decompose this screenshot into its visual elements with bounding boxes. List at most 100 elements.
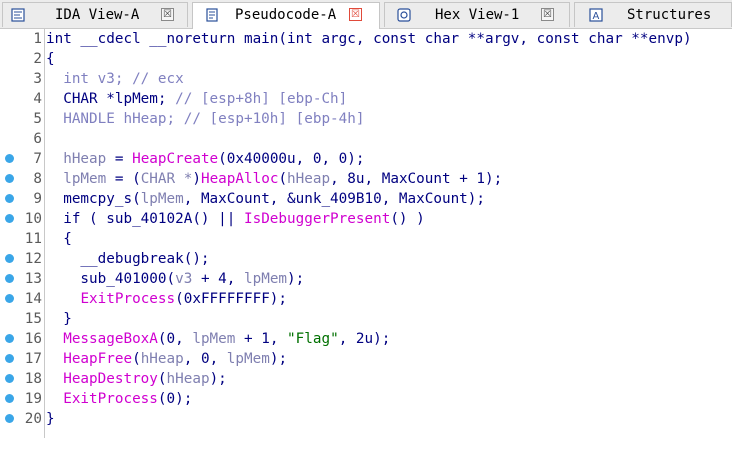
close-icon[interactable]: ☒ — [161, 8, 174, 21]
code-token: } — [46, 411, 55, 427]
close-icon[interactable]: ☒ — [541, 8, 554, 21]
line-gutter[interactable]: 15 — [0, 309, 42, 329]
line-gutter[interactable]: 1 — [0, 29, 42, 49]
line-gutter[interactable]: 11 — [0, 229, 42, 249]
breakpoint-dot-icon[interactable] — [5, 374, 14, 383]
code-text[interactable]: if ( sub_40102A() || IsDebuggerPresent()… — [46, 209, 425, 229]
line-gutter[interactable]: 8 — [0, 169, 42, 189]
line-gutter[interactable]: 4 — [0, 89, 42, 109]
tab-structures[interactable]: A Structures — [574, 2, 732, 27]
code-text[interactable]: HeapDestroy(hHeap); — [46, 369, 227, 389]
code-line[interactable]: 18 HeapDestroy(hHeap); — [0, 369, 732, 389]
code-text[interactable]: hHeap = HeapCreate(0x40000u, 0, 0); — [46, 149, 364, 169]
code-token: v3 — [175, 271, 193, 287]
code-token: int __cdecl __noreturn main(int argc, co… — [46, 31, 692, 47]
breakpoint-dot-icon[interactable] — [5, 294, 14, 303]
code-text[interactable]: int __cdecl __noreturn main(int argc, co… — [46, 29, 692, 49]
breakpoint-dot-icon[interactable] — [5, 214, 14, 223]
code-token: "Flag" — [287, 331, 339, 347]
breakpoint-dot-icon[interactable] — [5, 394, 14, 403]
code-line[interactable]: 11 { — [0, 229, 732, 249]
code-token: (0); — [157, 391, 193, 407]
code-line[interactable]: 7 hHeap = HeapCreate(0x40000u, 0, 0); — [0, 149, 732, 169]
tab-pseudocode-a[interactable]: Pseudocode-A ☒ — [192, 2, 380, 29]
code-token: hHeap — [287, 171, 331, 187]
code-text[interactable]: ExitProcess(0xFFFFFFFF); — [46, 289, 287, 309]
tab-hex-view-1[interactable]: Hex View-1 ☒ — [384, 2, 570, 27]
code-text[interactable]: { — [46, 229, 72, 249]
code-token: // [esp+8h] [ebp-Ch] — [175, 91, 348, 107]
code-text[interactable]: HANDLE hHeap; // [esp+10h] [ebp-4h] — [46, 109, 364, 129]
ida-view-icon — [11, 8, 25, 22]
code-line[interactable]: 15 } — [0, 309, 732, 329]
code-token: ( — [132, 351, 141, 367]
code-line[interactable]: 10 if ( sub_40102A() || IsDebuggerPresen… — [0, 209, 732, 229]
code-text[interactable]: } — [46, 309, 72, 329]
line-gutter[interactable]: 6 — [0, 129, 42, 149]
line-gutter[interactable]: 13 — [0, 269, 42, 289]
line-number: 19 — [24, 391, 42, 407]
tab-label: IDA View-A — [55, 7, 140, 23]
code-text[interactable]: sub_401000(v3 + 4, lpMem); — [46, 269, 304, 289]
code-line[interactable]: 3 int v3; // ecx — [0, 69, 732, 89]
code-line[interactable]: 12 __debugbreak(); — [0, 249, 732, 269]
code-line[interactable]: 4 CHAR *lpMem; // [esp+8h] [ebp-Ch] — [0, 89, 732, 109]
code-line[interactable]: 2{ — [0, 49, 732, 69]
line-gutter[interactable]: 2 — [0, 49, 42, 69]
code-line[interactable]: 19 ExitProcess(0); — [0, 389, 732, 409]
code-line[interactable]: 17 HeapFree(hHeap, 0, lpMem); — [0, 349, 732, 369]
code-line[interactable]: 16 MessageBoxA(0, lpMem + 1, "Flag", 2u)… — [0, 329, 732, 349]
line-gutter[interactable]: 17 — [0, 349, 42, 369]
code-text[interactable]: MessageBoxA(0, lpMem + 1, "Flag", 2u); — [46, 329, 390, 349]
line-number: 1 — [33, 31, 42, 47]
close-icon[interactable]: ☒ — [349, 8, 362, 21]
code-text[interactable]: int v3; // ecx — [46, 69, 184, 89]
line-gutter[interactable]: 12 — [0, 249, 42, 269]
breakpoint-dot-icon[interactable] — [5, 154, 14, 163]
code-text[interactable]: CHAR *lpMem; // [esp+8h] [ebp-Ch] — [46, 89, 347, 109]
code-token: hHeap — [46, 151, 107, 167]
line-gutter[interactable]: 10 — [0, 209, 42, 229]
code-token: int v3; // ecx — [46, 71, 184, 87]
code-line[interactable]: 6 — [0, 129, 732, 149]
line-gutter[interactable]: 18 — [0, 369, 42, 389]
pseudocode-view[interactable]: 1 int __cdecl __noreturn main(int argc, c… — [0, 29, 732, 475]
code-text[interactable]: memcpy_s(lpMem, MaxCount, &unk_409B10, M… — [46, 189, 485, 209]
code-text[interactable]: HeapFree(hHeap, 0, lpMem); — [46, 349, 287, 369]
tab-ida-view-a[interactable]: IDA View-A ☒ — [2, 2, 188, 27]
breakpoint-dot-icon[interactable] — [5, 274, 14, 283]
line-gutter[interactable]: 7 — [0, 149, 42, 169]
code-line[interactable]: 9 memcpy_s(lpMem, MaxCount, &unk_409B10,… — [0, 189, 732, 209]
breakpoint-dot-icon[interactable] — [5, 334, 14, 343]
breakpoint-dot-icon[interactable] — [5, 194, 14, 203]
code-token: , 0, — [183, 351, 227, 367]
breakpoint-dot-icon[interactable] — [5, 354, 14, 363]
code-text[interactable]: lpMem = (CHAR *)HeapAlloc(hHeap, 8u, Max… — [46, 169, 502, 189]
code-token: HeapDestroy — [63, 371, 158, 387]
line-gutter[interactable]: 16 — [0, 329, 42, 349]
breakpoint-dot-icon[interactable] — [5, 174, 14, 183]
line-gutter[interactable]: 19 — [0, 389, 42, 409]
line-gutter[interactable]: 5 — [0, 109, 42, 129]
code-line[interactable]: 13 sub_401000(v3 + 4, lpMem); — [0, 269, 732, 289]
code-line[interactable]: 20} — [0, 409, 732, 429]
line-gutter[interactable]: 9 — [0, 189, 42, 209]
breakpoint-dot-icon[interactable] — [5, 414, 14, 423]
breakpoint-dot-icon[interactable] — [5, 254, 14, 263]
code-text[interactable]: __debugbreak(); — [46, 249, 209, 269]
code-line[interactable]: 14 ExitProcess(0xFFFFFFFF); — [0, 289, 732, 309]
code-text[interactable]: } — [46, 409, 55, 429]
code-line[interactable]: 8 lpMem = (CHAR *)HeapAlloc(hHeap, 8u, M… — [0, 169, 732, 189]
code-line[interactable]: 5 HANDLE hHeap; // [esp+10h] [ebp-4h] — [0, 109, 732, 129]
code-text[interactable]: ExitProcess(0); — [46, 389, 192, 409]
line-gutter[interactable]: 3 — [0, 69, 42, 89]
code-token: ExitProcess — [80, 291, 176, 307]
code-text[interactable]: { — [46, 49, 55, 69]
line-gutter[interactable]: 14 — [0, 289, 42, 309]
code-line[interactable]: 1 int __cdecl __noreturn main(int argc, c… — [0, 29, 732, 49]
line-gutter[interactable]: 20 — [0, 409, 42, 429]
code-token: (0, — [157, 331, 193, 347]
